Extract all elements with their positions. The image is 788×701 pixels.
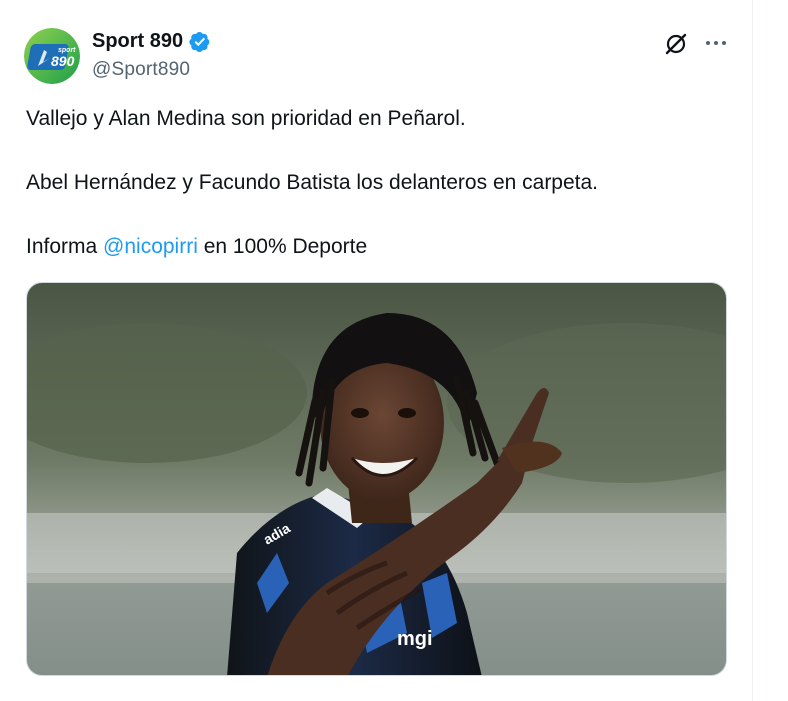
tweet-line-3-suffix: en 100% Deporte: [197, 235, 368, 258]
more-dots-icon[interactable]: [702, 30, 730, 58]
author-handle[interactable]: @Sport890: [92, 59, 190, 81]
author-name-row: Sport 890: [92, 30, 211, 53]
display-name[interactable]: Sport 890: [92, 30, 183, 53]
avatar-text-main: 890: [51, 53, 75, 69]
timeline-divider: [752, 0, 753, 701]
tweet-line-3: Informa @nicopirri en 100% Deporte: [26, 232, 726, 262]
tweet-media-photo[interactable]: mgi adia: [26, 282, 727, 676]
tweet-card: sport 890 Sport 890 @Sport890 Vallejo y …: [0, 0, 752, 701]
avatar[interactable]: sport 890: [24, 28, 80, 84]
tweet-line-1: Vallejo y Alan Medina son prioridad en P…: [26, 107, 466, 130]
verified-badge-icon: [189, 31, 211, 53]
mention-link[interactable]: @nicopirri: [103, 235, 198, 258]
tweet-text: Vallejo y Alan Medina son prioridad en P…: [26, 104, 726, 262]
grok-icon[interactable]: [662, 30, 690, 58]
tweet-line-3-prefix: Informa: [26, 235, 104, 258]
jersey-sponsor-text: mgi: [397, 628, 433, 650]
tweet-line-2: Abel Hernández y Facundo Batista los del…: [26, 171, 599, 194]
